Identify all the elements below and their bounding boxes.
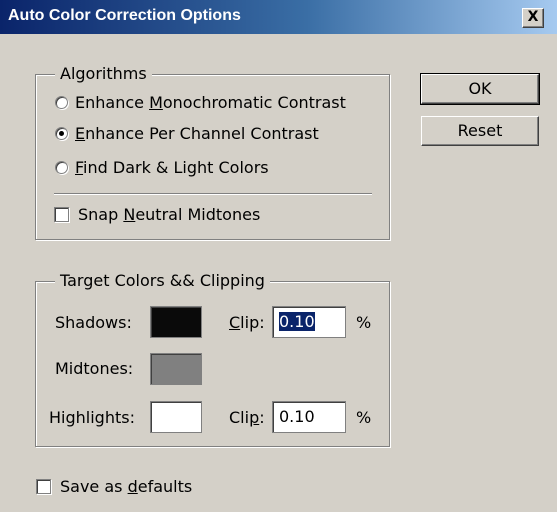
checkbox-label: Save as defaults (60, 477, 193, 496)
title-bar: Auto Color Correction Options X (0, 0, 557, 34)
clip-shadows-label: Clip: (229, 313, 265, 332)
ok-label: OK (468, 79, 492, 98)
radio-button-selected[interactable] (55, 127, 68, 140)
radio-enhance-monochromatic[interactable]: Enhance Monochromatic Contrast (55, 93, 346, 112)
clip-highlights-input[interactable]: 0.10 (272, 401, 346, 433)
reset-button[interactable]: Reset (421, 116, 539, 146)
reset-label: Reset (457, 121, 503, 140)
target-colors-legend: Target Colors && Clipping (55, 271, 270, 290)
highlights-color-swatch[interactable] (150, 401, 202, 433)
save-as-defaults-checkbox[interactable]: Save as defaults (36, 477, 192, 496)
radio-label: Enhance Monochromatic Contrast (75, 93, 346, 112)
radio-enhance-per-channel[interactable]: Enhance Per Channel Contrast (55, 124, 319, 143)
radio-find-dark-light[interactable]: Find Dark & Light Colors (55, 158, 269, 177)
algorithms-separator (54, 193, 372, 195)
clip-shadows-input[interactable]: 0.10 (272, 306, 346, 338)
radio-label: Enhance Per Channel Contrast (75, 124, 319, 143)
shadows-label: Shadows: (55, 313, 132, 332)
checkbox-label: Snap Neutral Midtones (78, 205, 261, 224)
clip-shadows-unit: % (356, 313, 372, 332)
clip-highlights-unit: % (356, 408, 372, 427)
highlights-label: Highlights: (49, 408, 135, 427)
radio-button[interactable] (55, 161, 68, 174)
checkbox-box[interactable] (36, 479, 51, 494)
ok-button[interactable]: OK (420, 73, 540, 105)
clip-highlights-label: Clip: (229, 408, 265, 427)
dialog-title: Auto Color Correction Options (8, 7, 241, 24)
radio-label: Find Dark & Light Colors (75, 158, 269, 177)
close-icon: X (527, 9, 539, 25)
algorithms-legend: Algorithms (55, 64, 152, 83)
snap-neutral-midtones-checkbox[interactable]: Snap Neutral Midtones (54, 205, 260, 224)
checkbox-box[interactable] (54, 207, 69, 222)
midtones-color-swatch[interactable] (150, 353, 202, 385)
close-button[interactable]: X (522, 8, 544, 28)
shadows-color-swatch[interactable] (150, 306, 202, 338)
midtones-label: Midtones: (55, 359, 134, 378)
radio-button[interactable] (55, 96, 68, 109)
